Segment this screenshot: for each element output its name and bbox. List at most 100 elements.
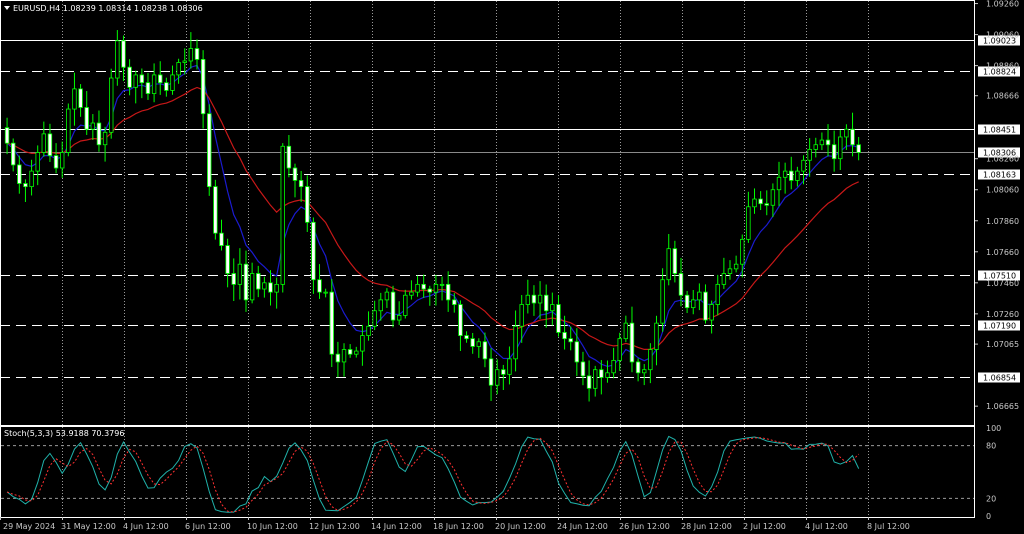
- candle-up: [237, 263, 243, 285]
- candle-down: [574, 341, 580, 363]
- candle-up: [133, 74, 138, 88]
- candle-up: [537, 294, 543, 304]
- candle-up: [733, 263, 739, 270]
- candle-up: [115, 40, 120, 79]
- candle-down: [219, 232, 224, 246]
- candle-up: [525, 294, 531, 305]
- price-tick-label: 1.07260: [986, 310, 1019, 319]
- candle-up: [378, 299, 383, 312]
- candle-down: [531, 294, 537, 304]
- candle-down: [421, 283, 426, 290]
- price-tick-label: 1.08666: [986, 92, 1019, 101]
- candle-up: [35, 152, 40, 172]
- candle-down: [78, 88, 83, 108]
- candle-down: [23, 183, 28, 188]
- candle-up: [666, 248, 671, 281]
- candle-down: [47, 133, 53, 156]
- candle-down: [764, 203, 769, 206]
- candle-up: [66, 108, 71, 153]
- candle-down: [850, 128, 855, 146]
- candle-up: [770, 189, 776, 206]
- candle-down: [427, 288, 432, 293]
- candle-down: [464, 335, 469, 340]
- candle-up: [372, 310, 377, 327]
- candle-up: [813, 144, 818, 150]
- candle-down: [268, 282, 273, 293]
- candle-down: [458, 304, 463, 336]
- price-level-value: 1.08163: [983, 171, 1016, 180]
- candle-up: [439, 283, 445, 286]
- price-tick-label: 1.09060: [986, 31, 1019, 40]
- candle-up: [507, 358, 512, 375]
- candle-down: [121, 40, 126, 68]
- candle-up: [403, 294, 408, 316]
- candle-down: [317, 279, 322, 293]
- candle-up: [642, 369, 647, 374]
- candle-down: [562, 332, 567, 340]
- price-level-value: 1.06854: [983, 374, 1016, 383]
- symbol-header: EURUSD,H4 1.08239 1.08314 1.08238 1.0830…: [13, 4, 203, 13]
- time-tick-label: 26 Jun 12:00: [619, 522, 670, 531]
- candle-up: [605, 372, 610, 378]
- candle-up: [819, 139, 825, 146]
- candle-up: [41, 133, 47, 153]
- candle-up: [513, 325, 518, 360]
- stoch-tick-label: 80: [986, 442, 996, 451]
- candle-down: [684, 294, 690, 309]
- candle-down: [831, 144, 837, 160]
- candle-up: [280, 145, 285, 285]
- price-chart[interactable]: 100 80 20 0 EURUSD,H4 1.08239 1.08314 1.082…: [0, 0, 1024, 534]
- candle-down: [96, 122, 102, 146]
- time-tick-label: 2 Jul 12:00: [743, 522, 786, 531]
- candle-down: [17, 164, 22, 184]
- candle-up: [354, 350, 359, 355]
- candle-down: [329, 291, 334, 355]
- stoch-tick-label: 100: [986, 424, 1001, 433]
- candle-down: [758, 198, 763, 205]
- candle-up: [109, 77, 114, 133]
- candle-up: [151, 74, 157, 94]
- candle-up: [409, 291, 414, 296]
- candle-down: [580, 361, 586, 377]
- candle-up: [776, 176, 782, 191]
- price-tick-label: 1.08060: [986, 186, 1019, 195]
- time-tick-label: 4 Jul 12:00: [805, 522, 848, 531]
- price-level-value: 1.07190: [983, 322, 1016, 331]
- time-tick-label: 12 Jun 12:00: [309, 522, 360, 531]
- candle-down: [298, 180, 304, 188]
- candle-down: [243, 263, 249, 301]
- candle-up: [72, 88, 77, 110]
- stoch-tick-label: 20: [986, 494, 996, 503]
- candle-up: [90, 122, 96, 130]
- candle-up: [648, 349, 653, 371]
- time-tick-label: 20 Jun 12:00: [495, 522, 546, 531]
- candle-up: [60, 152, 65, 169]
- candle-up: [519, 304, 524, 327]
- candle-down: [445, 283, 451, 301]
- candle-down: [286, 145, 292, 169]
- candle-up: [709, 304, 714, 321]
- candle-down: [53, 155, 59, 169]
- stochastic-label: Stoch(5,3,3) 53.9188 70.3796: [4, 429, 124, 438]
- candle-up: [697, 291, 702, 301]
- price-tick-label: 1.06665: [986, 402, 1019, 411]
- candle-down: [390, 291, 396, 321]
- price-tick-label: 1.08260: [986, 155, 1019, 164]
- candle-up: [623, 322, 629, 340]
- candle-up: [654, 322, 659, 350]
- candle-up: [617, 338, 622, 361]
- candle-down: [84, 107, 89, 130]
- candle-up: [838, 136, 843, 160]
- candle-down: [568, 338, 573, 343]
- candle-up: [807, 148, 812, 161]
- candle-down: [629, 322, 635, 363]
- price-tick-label: 1.08860: [986, 62, 1019, 71]
- candle-up: [494, 369, 500, 386]
- candle-up: [844, 128, 849, 138]
- candle-up: [740, 238, 745, 265]
- candle-down: [225, 245, 230, 274]
- candle-up: [176, 62, 181, 76]
- candle-up: [611, 359, 616, 374]
- candle-up: [476, 341, 482, 347]
- time-tick-label: 24 Jun 12:00: [557, 522, 608, 531]
